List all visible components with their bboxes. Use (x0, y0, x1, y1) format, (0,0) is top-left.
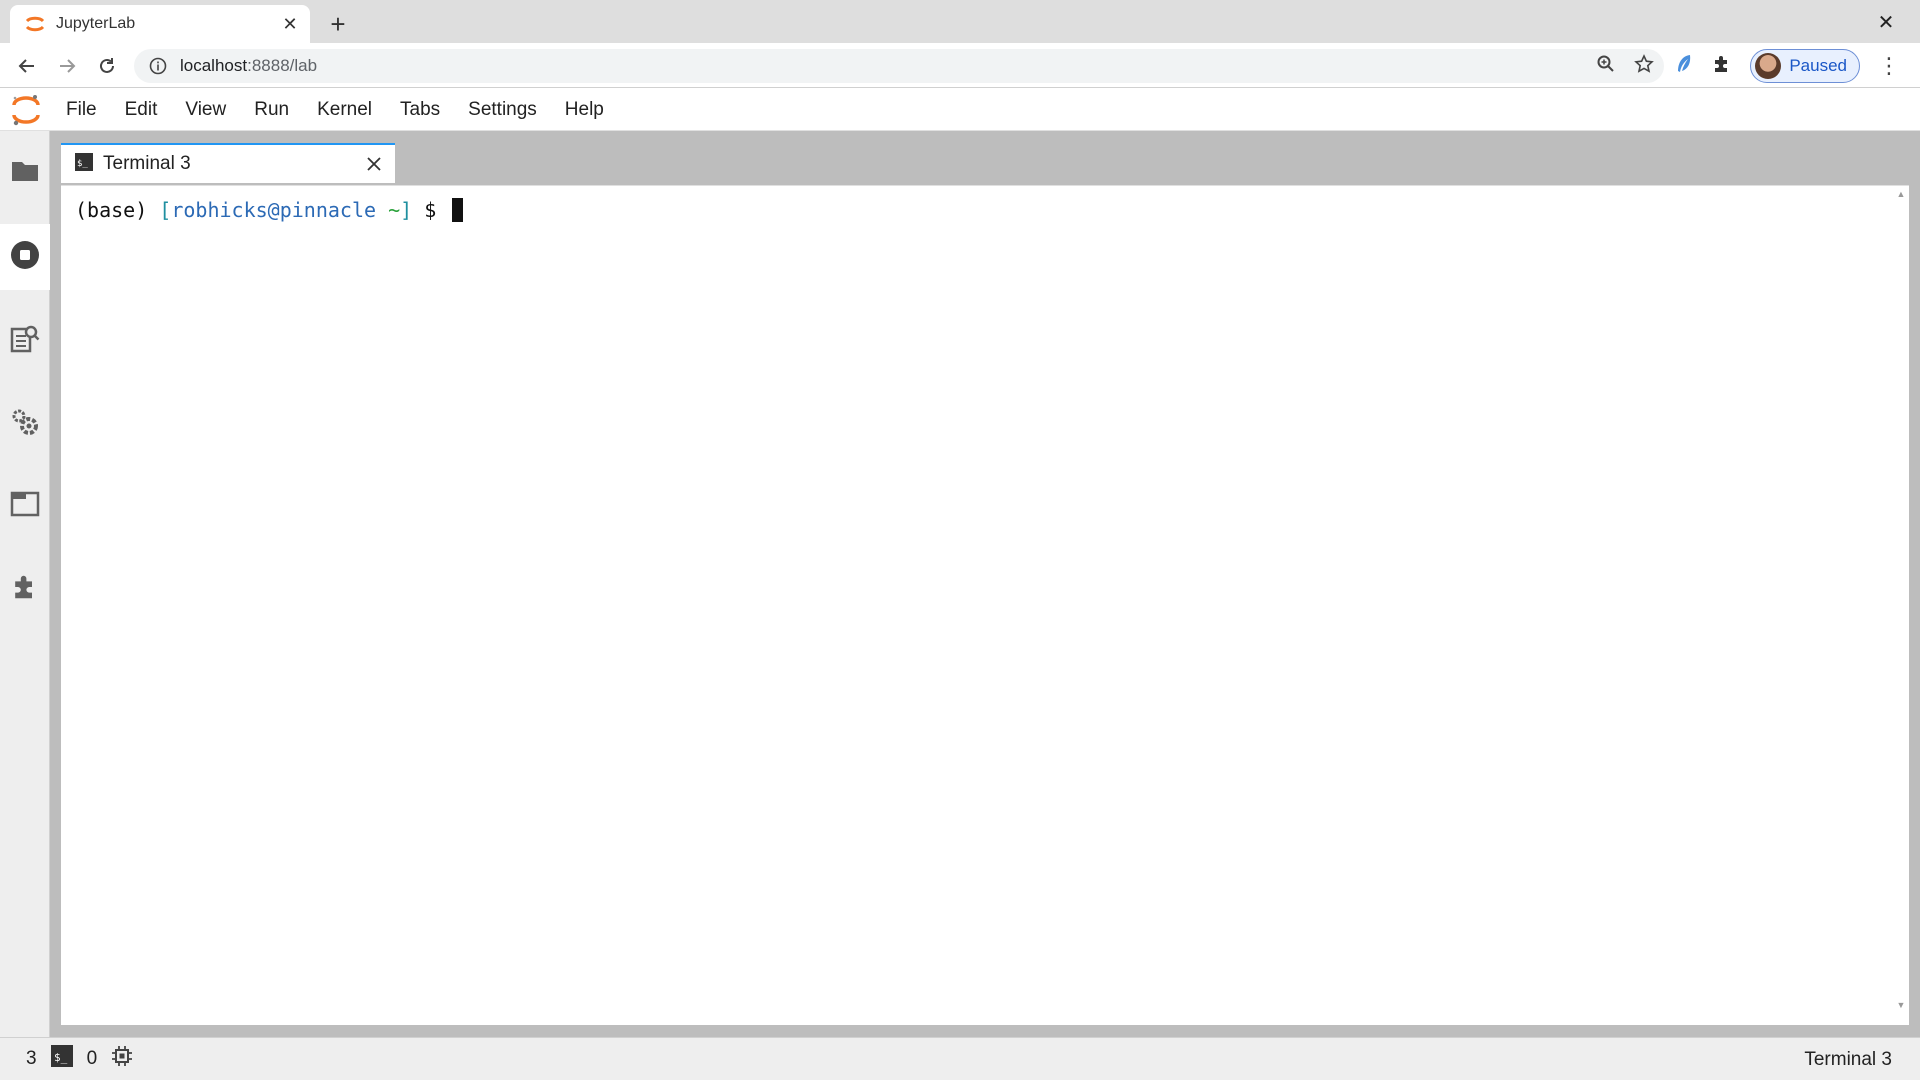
close-tab-icon[interactable]: ✕ (280, 14, 300, 34)
feather-extension-icon[interactable] (1674, 53, 1694, 80)
active-document-label: Terminal 3 (1804, 1048, 1892, 1070)
avatar (1755, 53, 1782, 79)
kernels-count[interactable]: 0 (87, 1048, 98, 1070)
browser-menu-icon[interactable]: ⋮ (1878, 53, 1900, 79)
site-info-icon[interactable] (148, 56, 168, 76)
browser-toolbar: localhost:8888/lab Paused ⋮ (0, 43, 1920, 88)
sidebar-settings[interactable] (0, 391, 50, 457)
bookmark-star-icon[interactable] (1634, 53, 1654, 79)
tab-label: Terminal 3 (103, 153, 191, 174)
menu-help[interactable]: Help (551, 89, 618, 131)
profile-button[interactable]: Paused (1750, 49, 1860, 83)
stop-circle-icon (10, 240, 40, 275)
jupyter-logo-icon (0, 89, 52, 131)
menu-view[interactable]: View (171, 89, 240, 131)
zoom-icon[interactable] (1596, 54, 1616, 79)
menu-run[interactable]: Run (240, 89, 303, 131)
back-icon[interactable] (10, 49, 44, 83)
sidebar-tabs[interactable] (0, 473, 50, 539)
menu-edit[interactable]: Edit (111, 89, 172, 131)
svg-text:$_: $_ (54, 1051, 68, 1064)
left-sidebar (0, 131, 50, 1037)
terminal-icon: $_ (75, 152, 93, 176)
menu-file[interactable]: File (52, 89, 111, 131)
menu-tabs[interactable]: Tabs (386, 89, 454, 131)
folder-icon (11, 159, 39, 188)
close-icon[interactable] (363, 153, 385, 175)
jupyter-favicon-icon (24, 13, 46, 35)
sidebar-file-browser[interactable] (0, 140, 50, 206)
menu-settings[interactable]: Settings (454, 89, 551, 131)
extension-puzzle-icon (11, 573, 39, 606)
property-inspector-icon (10, 323, 40, 358)
menu-kernel[interactable]: Kernel (303, 89, 386, 131)
terminal-panel[interactable]: (base) [robhicks@pinnacle ~] $ ▲ ▼ (61, 185, 1909, 1025)
settings-gears-icon (10, 407, 40, 442)
status-bar: 3 $_ 0 Terminal 3 (0, 1037, 1920, 1080)
forward-icon[interactable] (50, 49, 84, 83)
url-text: localhost:8888/lab (180, 56, 318, 75)
scroll-down-icon[interactable]: ▼ (1895, 999, 1907, 1011)
sidebar-extensions[interactable] (0, 556, 50, 622)
jupyter-menubar: File Edit View Run Kernel Tabs Settings … (0, 89, 1920, 131)
tab-terminal-3[interactable]: $_ Terminal 3 (61, 143, 395, 183)
terminals-count[interactable]: 3 (26, 1048, 37, 1070)
extensions-puzzle-icon[interactable] (1712, 54, 1732, 79)
window-close-icon[interactable]: ✕ (1872, 8, 1900, 36)
tabs-icon (10, 491, 40, 522)
scroll-up-icon[interactable]: ▲ (1895, 188, 1907, 200)
main-dock-area: $_ Terminal 3 (base) [robhicks@pinnacle … (50, 131, 1920, 1037)
browser-tab[interactable]: JupyterLab ✕ (10, 5, 310, 43)
profile-status-label: Paused (1789, 56, 1847, 75)
browser-tabstrip: JupyterLab ✕ + ✕ (0, 0, 1920, 43)
main-tabbar: $_ Terminal 3 (50, 131, 1920, 183)
kernel-chip-icon[interactable] (111, 1045, 133, 1073)
browser-tab-title: JupyterLab (56, 15, 136, 32)
reload-icon[interactable] (90, 49, 124, 83)
terminal-cursor (452, 198, 464, 222)
terminal-prompt-line: (base) [robhicks@pinnacle ~] $ (75, 198, 464, 222)
terminal-status-icon[interactable]: $_ (50, 1045, 73, 1073)
svg-text:$_: $_ (77, 159, 88, 169)
new-tab-button[interactable]: + (322, 8, 354, 40)
sidebar-property-inspector[interactable] (0, 307, 50, 373)
address-bar[interactable]: localhost:8888/lab (134, 49, 1664, 83)
sidebar-running[interactable] (0, 224, 50, 290)
